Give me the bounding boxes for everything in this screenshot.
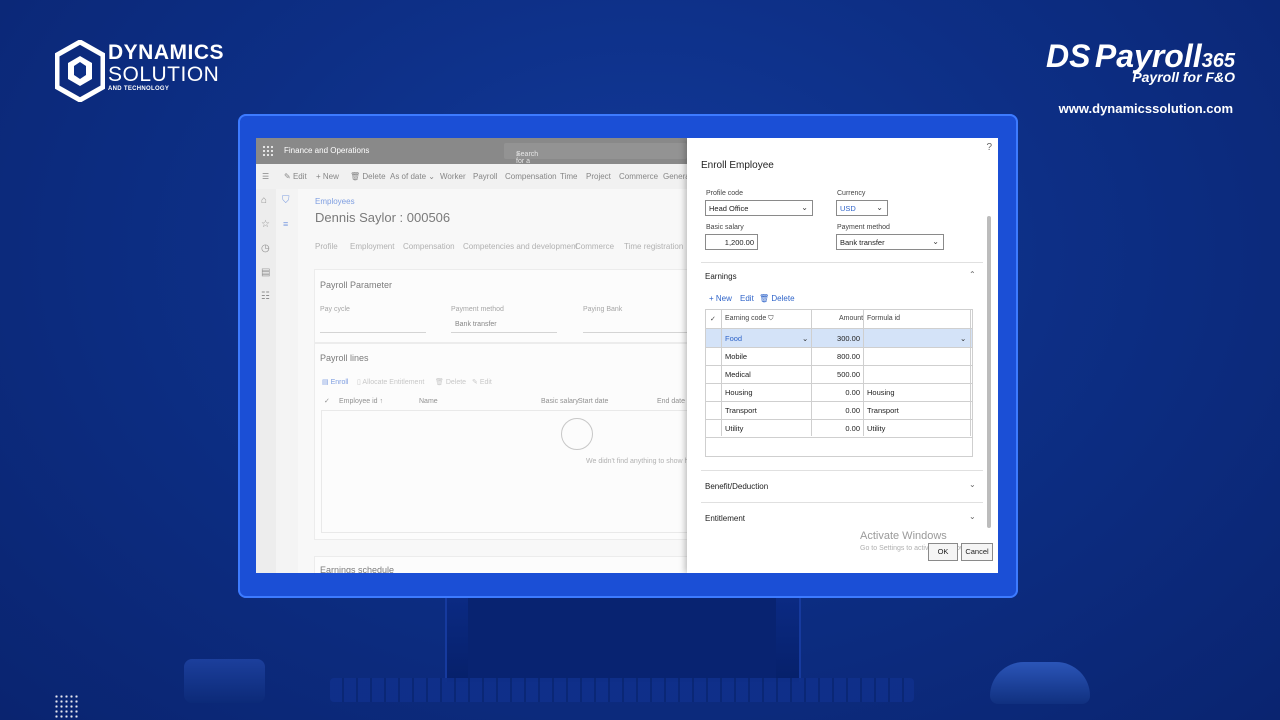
formula-cell[interactable]: Utility [867, 424, 885, 433]
earning-code-cell[interactable]: Utility [725, 424, 743, 433]
decorative-dots [54, 694, 80, 720]
monitor-stand-inner [468, 598, 776, 678]
table-row[interactable]: Housing 0.00 Housing [706, 383, 972, 402]
table-row[interactable]: Transport 0.00 Transport [706, 401, 972, 420]
table-row[interactable]: Mobile 800.00 [706, 347, 972, 366]
chevron-down-icon[interactable]: ⌄ [969, 512, 976, 521]
earnings-table: ✓ Earning code ⛉ Amount Formula id Food … [705, 309, 973, 457]
basic-salary-label: Basic salary [706, 224, 744, 231]
cancel-button[interactable]: Cancel [961, 543, 993, 561]
table-row[interactable]: Medical 500.00 [706, 365, 972, 384]
payment-method-label-dialog: Payment method [837, 224, 890, 231]
divider [701, 262, 983, 263]
company-name-line1: DYNAMICS [108, 41, 225, 64]
column-divider [863, 310, 864, 436]
currency-label: Currency [837, 190, 866, 197]
activate-windows-watermark: Activate Windows [860, 530, 947, 542]
ok-button[interactable]: OK [928, 543, 958, 561]
dialog-scrollbar[interactable] [987, 216, 991, 528]
help-icon[interactable]: ? [986, 142, 992, 153]
col-earning-code[interactable]: Earning code ⛉ [725, 315, 773, 323]
column-divider [721, 310, 722, 436]
website-url: www.dynamicssolution.com [1058, 101, 1233, 116]
benefit-deduction-section-title[interactable]: Benefit/Deduction [705, 482, 768, 491]
plus-icon: + [709, 294, 714, 303]
payment-method-select[interactable]: Bank transfer ⌄ [836, 234, 944, 250]
keyboard [330, 678, 914, 702]
company-name-line2: SOLUTION [108, 63, 220, 86]
ds-mark: DS [1046, 38, 1091, 74]
entitlement-section-title[interactable]: Entitlement [705, 514, 745, 523]
basic-salary-value: 1,200.00 [724, 238, 754, 247]
company-name: DYNAMICS SOLUTION AND TECHNOLOGY [108, 41, 225, 93]
modal-overlay [256, 138, 687, 573]
currency-select[interactable]: USD ⌄ [836, 200, 888, 216]
earnings-edit-button[interactable]: Edit [740, 294, 754, 303]
chevron-down-icon[interactable]: ⌄ [969, 480, 976, 489]
company-name-line3: AND TECHNOLOGY [108, 86, 170, 92]
amount-cell[interactable]: 800.00 [814, 352, 860, 361]
chevron-down-icon[interactable]: ⌄ [960, 334, 966, 343]
earnings-delete-label: Delete [771, 294, 795, 303]
earning-code-cell[interactable]: Mobile [725, 352, 747, 361]
earnings-table-header: ✓ Earning code ⛉ Amount Formula id [706, 310, 972, 329]
select-all-check-icon[interactable]: ✓ [710, 315, 716, 323]
speaker [184, 659, 265, 703]
formula-cell[interactable]: Transport [867, 406, 899, 415]
chevron-up-icon[interactable]: ⌃ [969, 270, 976, 279]
earnings-new-button[interactable]: + New [709, 294, 732, 303]
product-logo: DS Payroll365 Payroll for F&O [1046, 38, 1235, 85]
amount-cell[interactable]: 300.00 [814, 334, 860, 343]
filter-icon: ⛉ [768, 315, 774, 322]
dialog-title: Enroll Employee [701, 160, 774, 171]
trash-icon: 🗑 [759, 294, 770, 303]
column-divider [811, 310, 812, 436]
col-earning-code-label: Earning code [725, 315, 767, 322]
profile-code-select[interactable]: Head Office ⌄ [705, 200, 813, 216]
column-divider [970, 310, 971, 436]
chevron-down-icon: ⌄ [932, 237, 939, 246]
table-row[interactable]: Utility 0.00 Utility [706, 419, 972, 438]
payment-method-value-dialog: Bank transfer [840, 238, 885, 247]
amount-cell[interactable]: 0.00 [814, 424, 860, 433]
earnings-section-title[interactable]: Earnings [705, 272, 737, 281]
chevron-down-icon: ⌄ [801, 203, 808, 212]
currency-value: USD [840, 204, 856, 213]
amount-cell[interactable]: 500.00 [814, 370, 860, 379]
divider [701, 470, 983, 471]
basic-salary-input[interactable]: 1,200.00 [705, 234, 758, 250]
amount-cell[interactable]: 0.00 [814, 388, 860, 397]
earnings-new-label: New [715, 294, 732, 303]
table-row[interactable]: Food ⌄ 300.00 ⌄ [706, 329, 972, 348]
earning-code-cell[interactable]: Housing [725, 388, 753, 397]
profile-code-label: Profile code [706, 190, 743, 197]
mouse [990, 662, 1090, 704]
earning-code-cell[interactable]: Transport [725, 406, 757, 415]
chevron-down-icon[interactable]: ⌄ [802, 334, 808, 343]
earning-code-cell[interactable]: Food [725, 334, 742, 343]
app-screen: Finance and Operations ⌕ Search for a pa… [256, 138, 998, 573]
earnings-delete-button[interactable]: 🗑 Delete [759, 294, 795, 303]
enroll-employee-dialog: ? Enroll Employee Profile code Head Offi… [687, 138, 998, 573]
divider [701, 502, 983, 503]
amount-cell[interactable]: 0.00 [814, 406, 860, 415]
chevron-down-icon: ⌄ [876, 203, 883, 212]
col-formula-id[interactable]: Formula id [867, 315, 900, 322]
company-logo [55, 40, 105, 102]
earning-code-cell[interactable]: Medical [725, 370, 751, 379]
formula-cell[interactable]: Housing [867, 388, 895, 397]
col-amount[interactable]: Amount [839, 315, 863, 322]
profile-code-value: Head Office [709, 204, 749, 213]
